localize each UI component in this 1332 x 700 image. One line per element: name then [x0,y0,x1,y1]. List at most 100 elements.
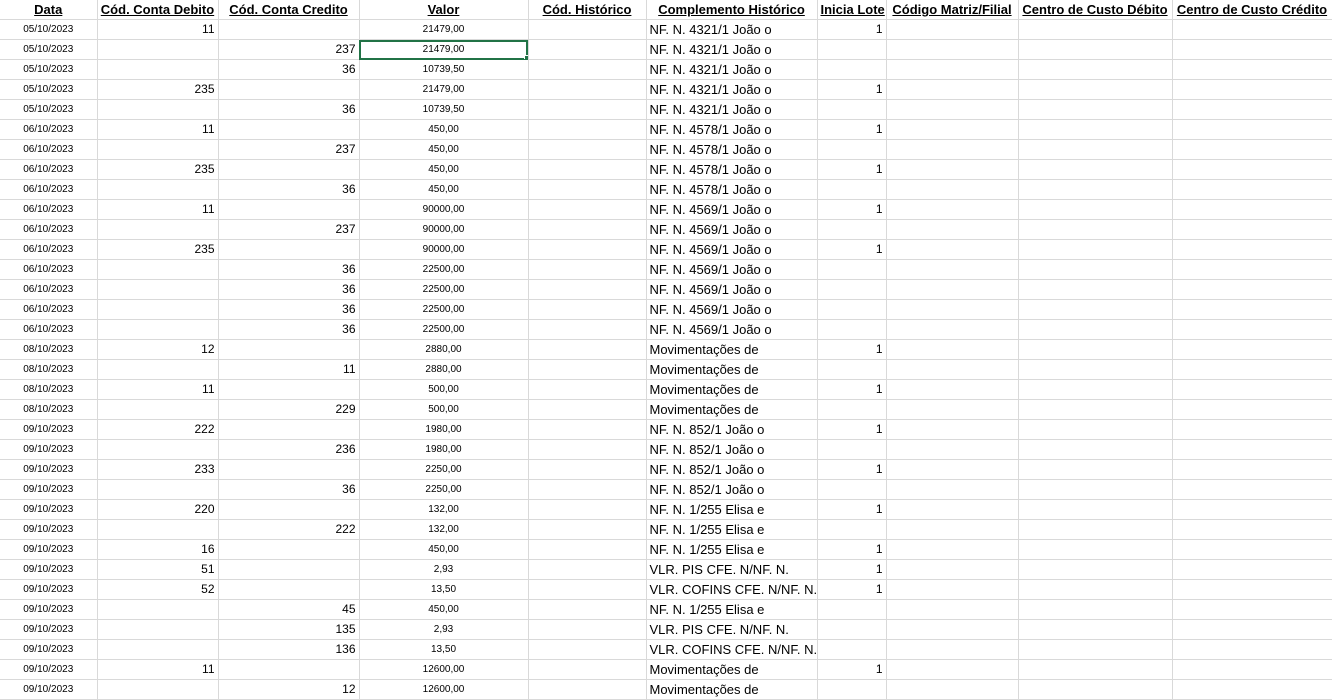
cell-valor[interactable]: 21479,00 [359,39,529,60]
cell-complemento-historico[interactable]: Movimentações de [646,359,818,380]
header-centro-custo-credito[interactable]: Centro de Custo Crédito [1172,0,1332,20]
cell-cod-conta-credito[interactable]: 229 [218,399,360,420]
cell-inicia-lote[interactable]: 1 [817,79,887,100]
cell-centro-custo-debito[interactable] [1018,159,1173,180]
cell-complemento-historico[interactable]: NF. N. 1/255 Elisa e [646,519,818,540]
cell-cod-conta-credito[interactable] [218,659,360,680]
cell-cod-conta-debito[interactable]: 220 [97,499,219,520]
cell-data[interactable]: 09/10/2023 [0,459,98,480]
cell-cod-conta-debito[interactable] [97,639,219,660]
cell-cod-historico[interactable] [528,519,647,540]
cell-cod-conta-credito[interactable]: 11 [218,359,360,380]
cell-centro-custo-credito[interactable] [1172,139,1332,160]
cell-data[interactable]: 09/10/2023 [0,559,98,580]
cell-cod-historico[interactable] [528,199,647,220]
cell-complemento-historico[interactable]: NF. N. 4321/1 João o [646,79,818,100]
cell-cod-historico[interactable] [528,399,647,420]
cell-cod-historico[interactable] [528,299,647,320]
cell-cod-conta-debito[interactable] [97,39,219,60]
cell-cod-historico[interactable] [528,659,647,680]
cell-codigo-matriz-filial[interactable] [886,639,1019,660]
cell-cod-conta-debito[interactable] [97,259,219,280]
cell-centro-custo-credito[interactable] [1172,439,1332,460]
cell-data[interactable]: 06/10/2023 [0,319,98,340]
cell-cod-conta-credito[interactable]: 36 [218,319,360,340]
cell-complemento-historico[interactable]: VLR. COFINS CFE. N/NF. N. [646,639,818,660]
cell-inicia-lote[interactable] [817,319,887,340]
cell-inicia-lote[interactable]: 1 [817,379,887,400]
cell-inicia-lote[interactable] [817,299,887,320]
cell-valor[interactable]: 450,00 [359,119,529,140]
cell-centro-custo-debito[interactable] [1018,479,1173,500]
cell-inicia-lote[interactable]: 1 [817,199,887,220]
header-complemento-historico[interactable]: Complemento Histórico [646,0,818,20]
cell-codigo-matriz-filial[interactable] [886,419,1019,440]
cell-inicia-lote[interactable] [817,679,887,700]
cell-complemento-historico[interactable]: NF. N. 4321/1 João o [646,19,818,40]
cell-cod-conta-debito[interactable]: 233 [97,459,219,480]
cell-centro-custo-debito[interactable] [1018,99,1173,120]
cell-data[interactable]: 09/10/2023 [0,619,98,640]
cell-codigo-matriz-filial[interactable] [886,59,1019,80]
cell-centro-custo-credito[interactable] [1172,399,1332,420]
cell-complemento-historico[interactable]: NF. N. 4569/1 João o [646,199,818,220]
cell-valor[interactable]: 10739,50 [359,99,529,120]
cell-cod-conta-credito[interactable] [218,539,360,560]
cell-cod-historico[interactable] [528,239,647,260]
cell-cod-conta-debito[interactable] [97,279,219,300]
cell-valor[interactable]: 1980,00 [359,419,529,440]
cell-cod-conta-debito[interactable] [97,439,219,460]
cell-centro-custo-debito[interactable] [1018,519,1173,540]
cell-cod-conta-credito[interactable]: 237 [218,139,360,160]
cell-cod-historico[interactable] [528,479,647,500]
cell-cod-conta-credito[interactable] [218,239,360,260]
cell-codigo-matriz-filial[interactable] [886,559,1019,580]
cell-valor[interactable]: 22500,00 [359,279,529,300]
cell-cod-conta-credito[interactable] [218,119,360,140]
cell-codigo-matriz-filial[interactable] [886,579,1019,600]
cell-inicia-lote[interactable] [817,479,887,500]
cell-centro-custo-credito[interactable] [1172,239,1332,260]
cell-centro-custo-debito[interactable] [1018,659,1173,680]
cell-valor[interactable]: 90000,00 [359,239,529,260]
cell-complemento-historico[interactable]: NF. N. 4578/1 João o [646,119,818,140]
cell-complemento-historico[interactable]: Movimentações de [646,339,818,360]
cell-codigo-matriz-filial[interactable] [886,279,1019,300]
cell-cod-conta-debito[interactable] [97,299,219,320]
cell-cod-conta-debito[interactable]: 11 [97,199,219,220]
cell-data[interactable]: 06/10/2023 [0,219,98,240]
header-valor[interactable]: Valor [359,0,529,20]
cell-valor[interactable]: 90000,00 [359,199,529,220]
cell-cod-conta-debito[interactable] [97,359,219,380]
cell-valor[interactable]: 2,93 [359,559,529,580]
cell-centro-custo-debito[interactable] [1018,439,1173,460]
cell-centro-custo-credito[interactable] [1172,419,1332,440]
cell-cod-historico[interactable] [528,339,647,360]
cell-centro-custo-credito[interactable] [1172,599,1332,620]
cell-valor[interactable]: 90000,00 [359,219,529,240]
cell-valor[interactable]: 2880,00 [359,339,529,360]
cell-centro-custo-debito[interactable] [1018,239,1173,260]
cell-cod-conta-credito[interactable]: 36 [218,259,360,280]
cell-complemento-historico[interactable]: NF. N. 4578/1 João o [646,159,818,180]
cell-centro-custo-debito[interactable] [1018,419,1173,440]
cell-complemento-historico[interactable]: NF. N. 852/1 João o [646,459,818,480]
cell-centro-custo-credito[interactable] [1172,219,1332,240]
cell-cod-conta-credito[interactable]: 237 [218,219,360,240]
cell-centro-custo-debito[interactable] [1018,639,1173,660]
cell-complemento-historico[interactable]: NF. N. 4321/1 João o [646,99,818,120]
cell-complemento-historico[interactable]: VLR. PIS CFE. N/NF. N. [646,619,818,640]
cell-centro-custo-credito[interactable] [1172,639,1332,660]
cell-cod-historico[interactable] [528,259,647,280]
cell-centro-custo-debito[interactable] [1018,259,1173,280]
cell-cod-historico[interactable] [528,419,647,440]
cell-cod-conta-credito[interactable]: 222 [218,519,360,540]
cell-centro-custo-debito[interactable] [1018,19,1173,40]
cell-valor[interactable]: 132,00 [359,499,529,520]
cell-cod-conta-credito[interactable]: 12 [218,679,360,700]
cell-cod-conta-debito[interactable] [97,139,219,160]
cell-valor[interactable]: 500,00 [359,379,529,400]
cell-inicia-lote[interactable]: 1 [817,19,887,40]
cell-cod-historico[interactable] [528,539,647,560]
cell-data[interactable]: 06/10/2023 [0,139,98,160]
